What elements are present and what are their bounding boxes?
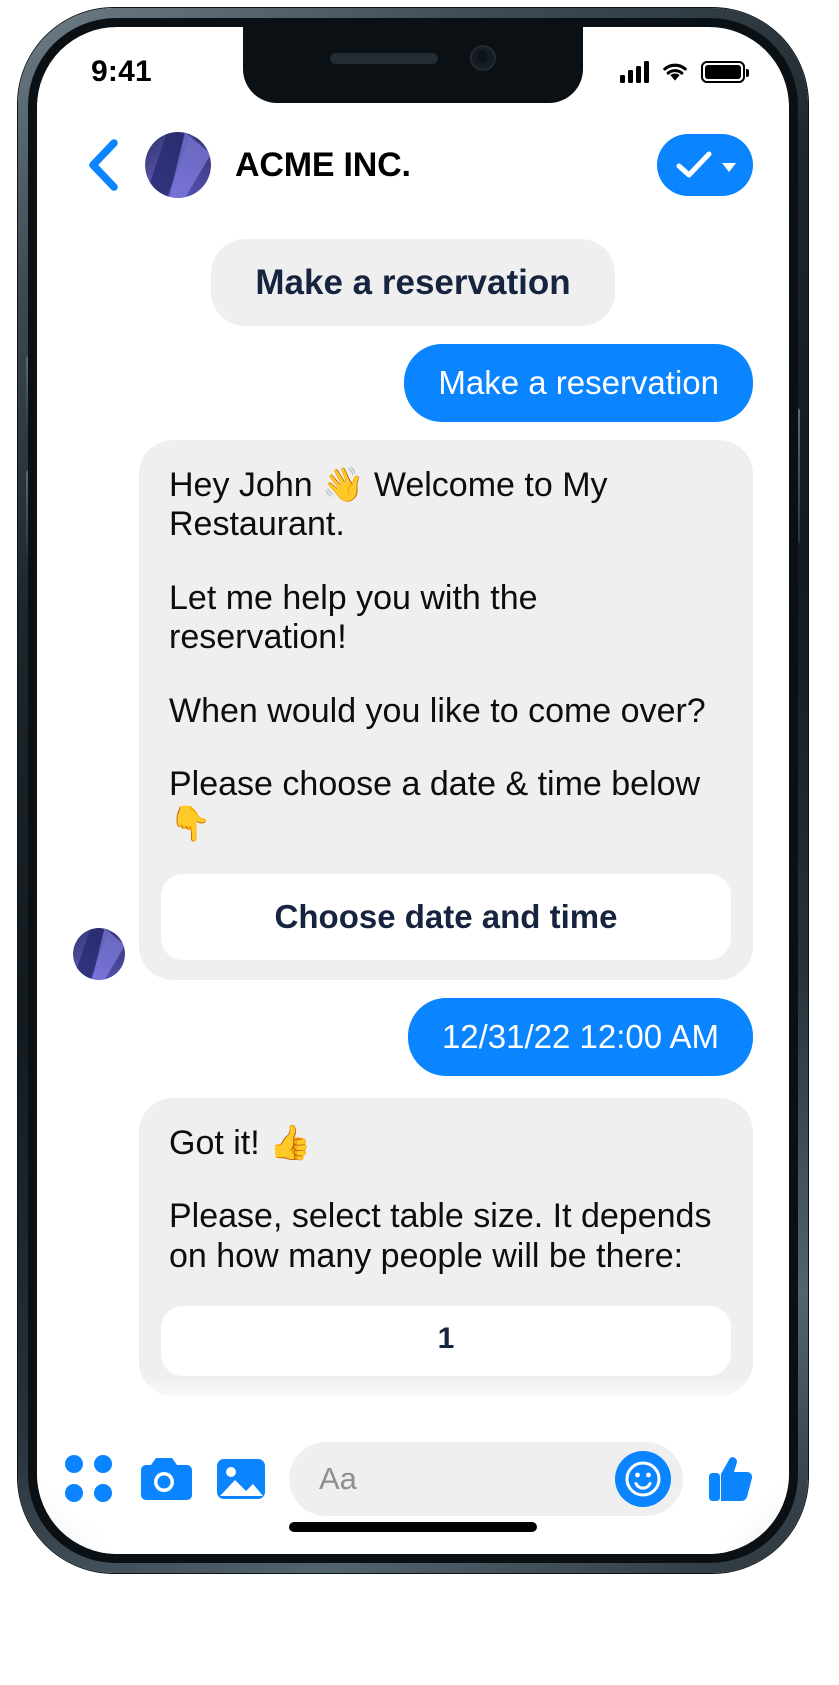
quick-reply-bubble[interactable]: Make a reservation <box>211 239 615 326</box>
back-chevron-icon[interactable] <box>83 138 123 192</box>
bot-card-bubble: Hey John 👋 Welcome to My Restaurant. Let… <box>139 439 753 980</box>
message-row: Make a reservation <box>73 344 753 422</box>
like-button[interactable] <box>705 1451 761 1507</box>
message-row: 12/31/22 12:00 AM <box>73 998 753 1076</box>
choose-date-and-time-button[interactable]: Choose date and time <box>161 874 731 960</box>
page-title: ACME INC. <box>235 145 411 184</box>
caret-down-icon <box>722 163 736 172</box>
screenshot-stage: 9:41 ACME INC. Make a reservation Make a… <box>0 0 839 1685</box>
search-input-placeholder: Aa <box>319 1461 357 1496</box>
bot-message-block: Got it! 👍 Please, select table size. It … <box>73 1097 753 1397</box>
wifi-icon <box>663 63 687 81</box>
double-check-icon <box>676 151 712 178</box>
front-camera-icon <box>470 45 496 71</box>
battery-full-icon <box>701 61 749 83</box>
card-paragraph: When would you like to come over? <box>169 691 706 730</box>
chat-header: ACME INC. <box>37 103 789 227</box>
smiley-icon <box>625 1461 661 1497</box>
status-indicators <box>620 61 749 83</box>
bot-card-text: Hey John 👋 Welcome to My Restaurant. Let… <box>161 466 731 844</box>
company-avatar[interactable] <box>145 132 211 198</box>
table-size-option-button[interactable]: 1 <box>161 1306 731 1377</box>
conversation-list[interactable]: Make a reservation Make a reservation He… <box>37 227 789 1554</box>
card-paragraph: Let me help you with the reservation! <box>169 578 538 657</box>
earpiece-speaker-icon <box>330 52 438 64</box>
image-icon <box>217 1459 265 1499</box>
bot-message-block: Hey John 👋 Welcome to My Restaurant. Let… <box>73 439 753 980</box>
card-paragraph: Please choose a date & time below 👇 <box>169 765 701 843</box>
bot-card-bubble: Got it! 👍 Please, select table size. It … <box>139 1097 753 1397</box>
home-indicator[interactable] <box>289 1522 537 1532</box>
outgoing-bubble[interactable]: Make a reservation <box>404 344 753 422</box>
bot-avatar[interactable] <box>73 928 125 980</box>
message-row: Make a reservation <box>73 239 753 326</box>
thumbs-up-icon <box>709 1457 753 1502</box>
apps-button[interactable] <box>65 1455 113 1503</box>
status-time: 9:41 <box>91 55 152 88</box>
card-paragraph: Got it! 👍 <box>169 1123 312 1162</box>
message-input-container[interactable]: Aa <box>289 1442 683 1516</box>
gallery-button[interactable] <box>215 1455 267 1503</box>
emoji-button[interactable] <box>615 1451 671 1507</box>
bot-card-text: Got it! 👍 Please, select table size. It … <box>161 1124 731 1276</box>
grid-dots-icon <box>65 1455 113 1503</box>
phone-frame: 9:41 ACME INC. Make a reservation Make a… <box>18 8 808 1573</box>
card-paragraph: Please, select table size. It depends on… <box>169 1197 712 1275</box>
outgoing-bubble[interactable]: 12/31/22 12:00 AM <box>407 998 753 1076</box>
notch <box>243 27 583 103</box>
cellular-bars-icon <box>620 61 649 83</box>
camera-icon <box>141 1458 192 1500</box>
avatar-slot <box>73 928 125 980</box>
camera-button[interactable] <box>135 1455 193 1503</box>
phone-bezel: 9:41 ACME INC. Make a reservation Make a… <box>28 18 798 1563</box>
double-check-button[interactable] <box>657 134 753 196</box>
phone-screen: 9:41 ACME INC. Make a reservation Make a… <box>37 27 789 1554</box>
card-paragraph: Hey John 👋 Welcome to My Restaurant. <box>169 465 608 544</box>
